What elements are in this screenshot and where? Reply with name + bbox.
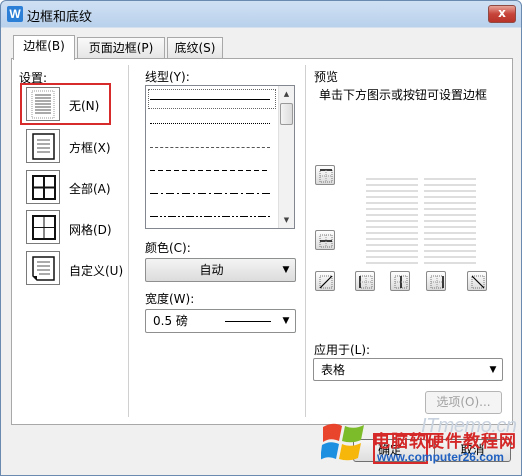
width-label: 宽度(W):	[145, 292, 195, 306]
chevron-down-icon: ▼	[282, 265, 290, 275]
width-select[interactable]: 0.5 磅 ▼	[145, 309, 296, 333]
color-select[interactable]: 自动 ▼	[145, 258, 296, 282]
preview-heading: 预览	[314, 70, 339, 84]
preview-area[interactable]	[366, 177, 476, 265]
border-right-button[interactable]	[426, 271, 446, 291]
apply-to-label: 应用于(L):	[314, 343, 371, 357]
windows-logo-icon	[321, 423, 364, 461]
watermark-brand: 电脑软硬件教程网	[373, 432, 517, 452]
border-left-icon	[359, 275, 373, 289]
preview-hint: 单击下方图示或按钮可设置边框	[319, 88, 488, 102]
setting-box-label: 方框(X)	[69, 141, 111, 155]
border-middle-button[interactable]	[315, 230, 335, 250]
line-style-small-dash[interactable]	[150, 147, 270, 148]
tab-shading[interactable]: 底纹(S)	[167, 37, 223, 59]
border-diagonal-down-button[interactable]	[467, 271, 487, 291]
color-value: 自动	[199, 263, 224, 277]
line-style-solid[interactable]	[150, 99, 270, 100]
setting-all-label: 全部(A)	[69, 182, 111, 196]
watermark-site: www.computer26.com	[377, 450, 504, 464]
dialog-title: 边框和底纹	[27, 10, 93, 25]
border-box-icon	[32, 133, 55, 160]
border-right-icon	[430, 275, 444, 289]
tab-page-border[interactable]: 页面边框(P)	[77, 37, 165, 59]
border-vertical-button[interactable]	[390, 271, 410, 291]
setting-grid-label: 网格(D)	[69, 223, 112, 237]
column-divider-2	[305, 65, 306, 417]
apply-to-value: 表格	[321, 363, 346, 377]
line-style-heading: 线型(Y):	[145, 70, 190, 84]
setting-grid-button[interactable]	[26, 210, 60, 244]
width-sample-line	[225, 321, 271, 322]
options-button[interactable]: 选项(O)...	[425, 391, 502, 414]
chevron-down-icon: ▼	[282, 316, 290, 326]
line-style-dotted[interactable]	[150, 123, 270, 124]
scroll-up-icon[interactable]: ▲	[279, 86, 294, 102]
title-bar: W 边框和底纹 x	[1, 1, 521, 28]
border-vertical-icon	[394, 275, 408, 289]
scroll-thumb[interactable]	[280, 103, 293, 125]
line-style-dash-dot[interactable]	[150, 193, 270, 194]
diagonal-up-icon	[319, 275, 333, 289]
border-all-icon	[32, 175, 56, 200]
scroll-down-icon[interactable]: ▼	[279, 212, 294, 228]
setting-box-button[interactable]	[26, 129, 60, 163]
border-left-button[interactable]	[355, 271, 375, 291]
line-style-dash-dot-dot[interactable]	[150, 216, 270, 217]
border-top-button[interactable]	[315, 165, 335, 185]
border-grid-icon	[32, 215, 56, 240]
setting-custom-label: 自定义(U)	[69, 264, 124, 278]
column-divider	[128, 65, 129, 417]
line-style-scrollbar[interactable]: ▲ ▼	[278, 86, 294, 228]
tab-bar: 边框(B) 页面边框(P) 底纹(S)	[13, 35, 513, 60]
close-button[interactable]: x	[488, 5, 516, 23]
width-value: 0.5 磅	[153, 314, 188, 328]
border-custom-icon	[32, 256, 55, 281]
chevron-down-icon: ▼	[489, 365, 497, 375]
setting-custom-button[interactable]	[26, 251, 60, 285]
border-top-icon	[319, 169, 333, 183]
selection-highlight	[20, 83, 111, 125]
border-diagonal-up-button[interactable]	[315, 271, 335, 291]
border-horizontal-icon	[319, 234, 333, 248]
diagonal-down-icon	[471, 275, 485, 289]
dialog-window: W 边框和底纹 x 边框(B) 页面边框(P) 底纹(S) 设置: 无(N) 方…	[0, 0, 522, 476]
tab-border[interactable]: 边框(B)	[13, 35, 75, 60]
apply-to-select[interactable]: 表格 ▼	[313, 358, 503, 381]
color-label: 颜色(C):	[145, 241, 191, 255]
wps-app-icon: W	[7, 6, 23, 22]
line-style-list[interactable]: ▲ ▼	[145, 85, 295, 229]
line-style-dashed[interactable]	[150, 170, 270, 171]
setting-all-button[interactable]	[26, 170, 60, 204]
